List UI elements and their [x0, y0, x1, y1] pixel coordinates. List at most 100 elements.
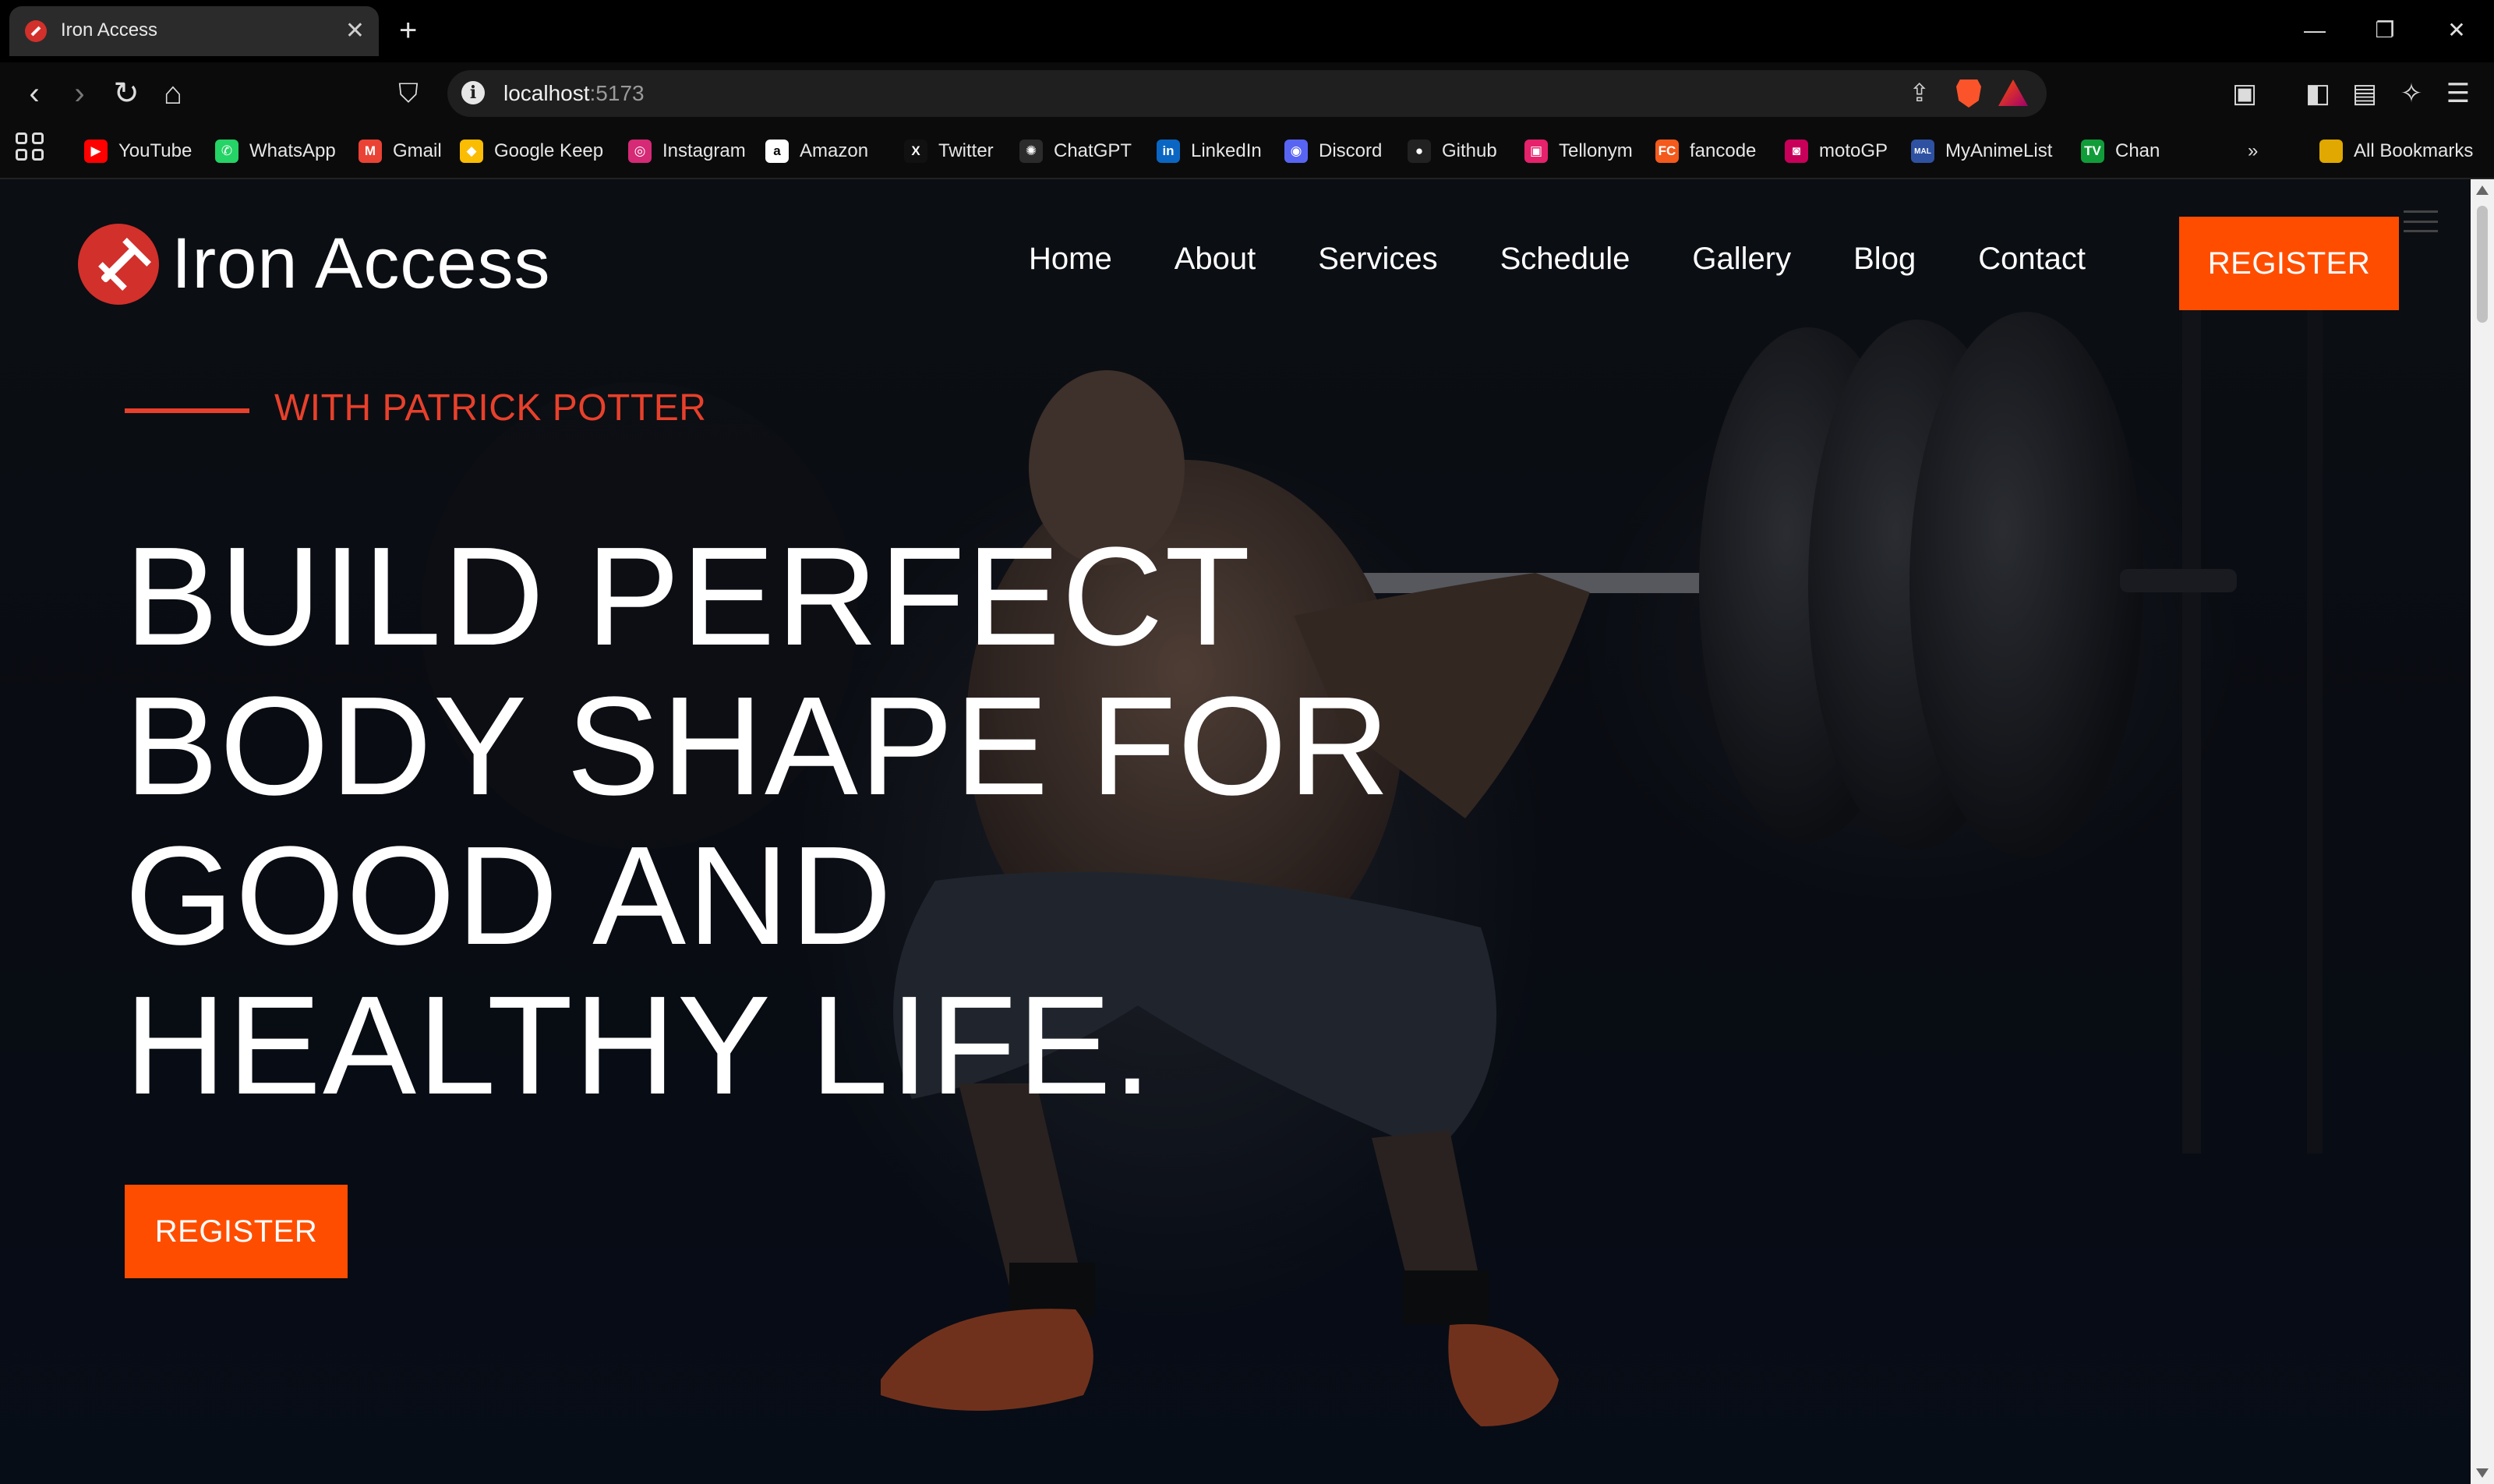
bookmark-fancode[interactable]: FC fancode [1655, 134, 1756, 168]
bookmark-github[interactable]: ● Github [1408, 134, 1497, 168]
bookmarks-bar: ▶ YouTube ✆ WhatsApp M Gmail ◆ Google Keep ◎ Inst… [0, 125, 2494, 179]
page-scrollbar[interactable] [2471, 179, 2494, 1484]
restore-icon[interactable]: ❐ [2362, 11, 2408, 50]
bookmark-label: Amazon [800, 140, 869, 161]
nav-gallery[interactable]: Gallery [1692, 242, 1791, 277]
reader-mode-icon[interactable]: ▣ [2226, 75, 2263, 112]
bookmark-label: Github [1442, 140, 1497, 161]
bookmark-label: fancode [1690, 140, 1757, 161]
bookmark-label: Chan [2115, 140, 2160, 161]
bookmark-myanimelist[interactable]: MAL MyAnimeList [1911, 134, 2052, 168]
bookmark-amazon[interactable]: a Amazon [765, 134, 868, 168]
back-icon[interactable]: ‹ [16, 75, 53, 112]
brand-name: Iron Access [171, 224, 551, 303]
minimize-icon[interactable]: — [2291, 11, 2338, 50]
site-info-icon[interactable]: i [461, 81, 485, 104]
browser-toolbar: ‹ › ↻ ⌂ ⛉ i localhost:5173 ⇪ ▣ ◧ ▤ ✧ ☰ [0, 62, 2494, 125]
bookmark-discord[interactable]: ◉ Discord [1284, 134, 1382, 168]
menu-icon[interactable]: ☰ [2439, 75, 2477, 112]
bookmark-linkedin[interactable]: in LinkedIn [1157, 134, 1262, 168]
discord-icon: ◉ [1284, 140, 1308, 163]
sidebar-icon[interactable]: ◧ [2299, 75, 2337, 112]
bookmark-google-keep[interactable]: ◆ Google Keep [460, 134, 603, 168]
brave-shields-icon[interactable] [1956, 80, 1981, 108]
apps-grid-icon[interactable] [16, 132, 44, 161]
bookmark-label: Tellonym [1559, 140, 1633, 161]
bookmark-motogp[interactable]: ◙ motoGP [1785, 134, 1888, 168]
tab-strip: Iron Access ✕ + — ❐ ✕ [0, 0, 2494, 62]
nav-contact[interactable]: Contact [1978, 242, 2086, 277]
headline-line-1: BUILD PERFECT [125, 518, 1252, 675]
bookmark-whatsapp[interactable]: ✆ WhatsApp [215, 134, 336, 168]
hamburger-menu-icon[interactable] [2404, 210, 2438, 232]
tab-iron-access[interactable]: Iron Access ✕ [9, 6, 379, 56]
bookmark-label: LinkedIn [1191, 140, 1262, 161]
scroll-thumb[interactable] [2477, 206, 2488, 323]
bookmark-instagram[interactable]: ◎ Instagram [628, 134, 746, 168]
github-icon: ● [1408, 140, 1431, 163]
register-button-hero[interactable]: REGISTER [125, 1185, 348, 1278]
eyebrow-divider [125, 408, 249, 413]
trainer-tagline: WITH PATRICK POTTER [274, 387, 707, 429]
bookmark-label: WhatsApp [249, 140, 336, 161]
amazon-icon: a [765, 140, 789, 163]
google-keep-icon: ◆ [460, 140, 483, 163]
nav-about[interactable]: About [1175, 242, 1256, 277]
bookmark-label: Discord [1319, 140, 1383, 161]
fancode-icon: FC [1655, 140, 1679, 163]
chatgpt-icon: ✺ [1019, 140, 1043, 163]
url-text[interactable]: localhost:5173 [503, 81, 645, 106]
headline-line-2: BODY SHAPE FOR [125, 668, 1392, 825]
bookmark-chan[interactable]: TV Chan [2081, 134, 2160, 168]
new-tab-icon[interactable]: + [399, 11, 417, 50]
site-logo[interactable]: Iron Access [78, 223, 551, 305]
register-button-header[interactable]: REGISTER [2179, 217, 2399, 310]
bookmarks-overflow-icon[interactable]: » [2248, 134, 2258, 168]
hero-headline: BUILD PERFECT BODY SHAPE FOR GOOD AND HE… [125, 522, 1450, 1121]
nav-home[interactable]: Home [1029, 242, 1112, 277]
bookmark-youtube[interactable]: ▶ YouTube [84, 134, 192, 168]
all-bookmarks[interactable]: All Bookmarks [2319, 134, 2473, 168]
bookmark-chatgpt[interactable]: ✺ ChatGPT [1019, 134, 1132, 168]
bookmark-label: Twitter [938, 140, 994, 161]
bookmark-label: YouTube [118, 140, 193, 161]
share-icon[interactable]: ⇪ [1909, 78, 1930, 108]
bookmark-label: Google Keep [494, 140, 604, 161]
folder-icon [2319, 140, 2343, 163]
leo-ai-icon[interactable]: ✧ [2393, 75, 2430, 112]
bookmark-twitter[interactable]: X Twitter [904, 134, 994, 168]
bookmark-label: motoGP [1819, 140, 1888, 161]
chan-icon: TV [2081, 140, 2104, 163]
close-tab-icon[interactable]: ✕ [345, 16, 365, 47]
scroll-up-icon[interactable] [2476, 186, 2489, 195]
nav-blog[interactable]: Blog [1853, 242, 1916, 277]
tab-title: Iron Access [61, 19, 158, 41]
hero-section: Iron Access Home About Services Schedule… [0, 179, 2471, 1484]
dumbbell-icon [25, 20, 47, 42]
forward-icon[interactable]: › [61, 75, 98, 112]
reload-icon[interactable]: ↻ [108, 75, 145, 112]
myanimelist-icon: MAL [1911, 140, 1934, 163]
headline-line-4: HEALTHY LIFE. [125, 967, 1153, 1124]
bookmark-gmail[interactable]: M Gmail [359, 134, 442, 168]
bookmark-label: Gmail [393, 140, 442, 161]
linkedin-icon: in [1157, 140, 1180, 163]
browser-window: Iron Access ✕ + — ❐ ✕ ‹ › ↻ ⌂ ⛉ i localh… [0, 0, 2494, 1484]
wallet-icon[interactable]: ▤ [2346, 75, 2383, 112]
bookmark-label: ChatGPT [1054, 140, 1132, 161]
nav-schedule[interactable]: Schedule [1500, 242, 1630, 277]
all-bookmarks-label: All Bookmarks [2354, 140, 2474, 161]
nav-services[interactable]: Services [1318, 242, 1437, 277]
address-bar[interactable]: i localhost:5173 ⇪ [447, 70, 2047, 117]
bookmark-tellonym[interactable]: ▣ Tellonym [1524, 134, 1633, 168]
bookmark-icon[interactable]: ⛉ [390, 75, 427, 112]
motogp-icon: ◙ [1785, 140, 1808, 163]
window-close-icon[interactable]: ✕ [2433, 11, 2480, 50]
brave-rewards-icon[interactable] [1998, 80, 2028, 106]
twitter-icon: X [904, 140, 927, 163]
scroll-down-icon[interactable] [2476, 1468, 2489, 1478]
youtube-icon: ▶ [84, 140, 108, 163]
headline-line-3: GOOD AND [125, 818, 894, 974]
tellonym-icon: ▣ [1524, 140, 1548, 163]
home-icon[interactable]: ⌂ [154, 75, 192, 112]
